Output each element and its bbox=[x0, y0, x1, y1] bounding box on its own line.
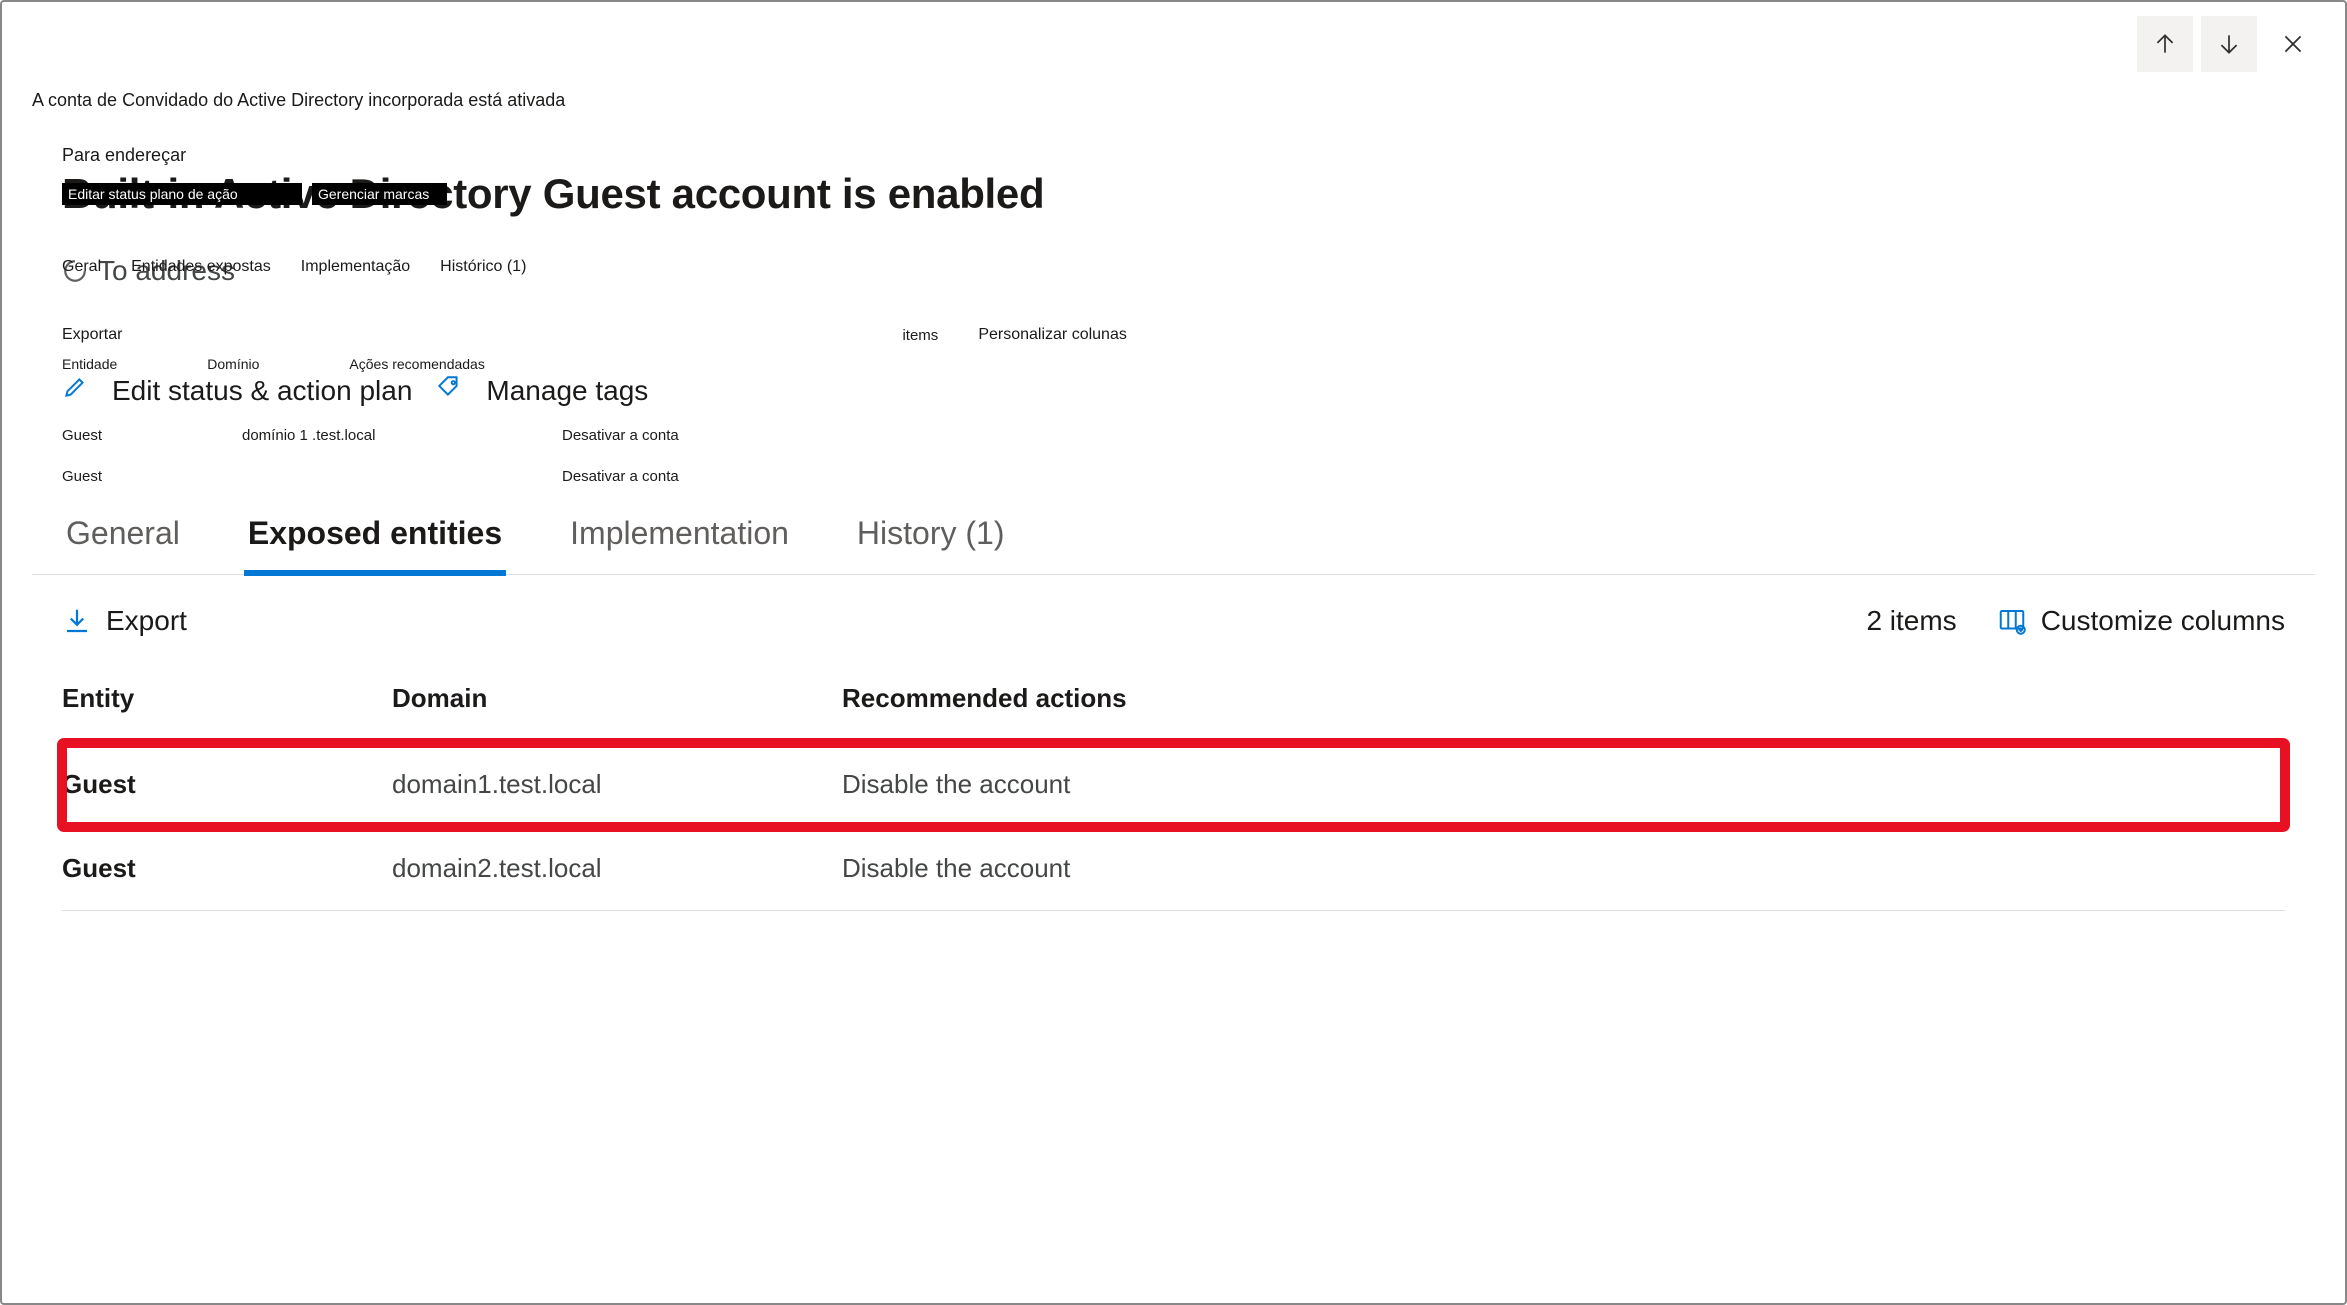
ghost-cell-domain bbox=[242, 468, 462, 485]
cell-entity: Guest bbox=[62, 853, 392, 884]
table-row[interactable]: Guest domain2.test.local Disable the acc… bbox=[62, 827, 2285, 911]
ghost-cell-action: Desativar a conta bbox=[562, 468, 782, 485]
localized-caption: A conta de Convidado do Active Directory… bbox=[32, 90, 2315, 111]
tag-icon bbox=[436, 374, 462, 407]
ghost-customize-label[interactable]: Personalizar colunas bbox=[978, 326, 1127, 344]
customize-columns-label: Customize columns bbox=[2041, 605, 2285, 637]
customize-columns-button[interactable]: Customize columns bbox=[1997, 605, 2285, 637]
ghost-title-row: Editar status plano de ação Gerenciar ma… bbox=[62, 170, 2315, 218]
ghost-header-actions: Ações recomendadas bbox=[349, 356, 484, 372]
ghost-cell-entity: Guest bbox=[62, 468, 142, 485]
ghost-cell-domain: domínio 1 .test.local bbox=[242, 427, 462, 444]
close-icon bbox=[2280, 31, 2306, 57]
columns-icon bbox=[1997, 606, 2027, 636]
main-tabs: General Exposed entities Implementation … bbox=[32, 505, 2315, 575]
ghost-cell-action: Desativar a conta bbox=[562, 427, 782, 444]
ghost-tab-history[interactable]: Histórico (1) bbox=[440, 258, 526, 276]
panel-root: A conta de Convidado do Active Directory… bbox=[0, 0, 2347, 1305]
ghost-pill-edit-status: Editar status plano de ação bbox=[62, 183, 302, 205]
ghost-export-row: Exportar items Personalizar colunas bbox=[62, 326, 2315, 344]
ghost-subtitle: Para endereçar bbox=[62, 145, 2315, 166]
header-recommended-actions[interactable]: Recommended actions bbox=[842, 683, 2285, 714]
ghost-table: Guest domínio 1 .test.local Desativar a … bbox=[62, 427, 2315, 485]
ghost-header-entity: Entidade bbox=[62, 356, 117, 372]
manage-tags-button[interactable]: Manage tags bbox=[486, 375, 648, 407]
ghost-header-domain: Domínio bbox=[207, 356, 259, 372]
ghost-mini-header: Entidade Domínio Ações recomendadas bbox=[62, 356, 485, 372]
tab-general[interactable]: General bbox=[62, 505, 184, 574]
ghost-tab-exposed[interactable]: Entidades expostas bbox=[131, 258, 271, 276]
ghost-tab-general[interactable]: Geral bbox=[62, 258, 101, 276]
ghost-overlay-region: Para endereçar Editar status plano de aç… bbox=[32, 145, 2315, 485]
toolbar: Export 2 items Customize columns bbox=[32, 575, 2315, 653]
arrow-up-icon bbox=[2152, 31, 2178, 57]
cell-domain: domain2.test.local bbox=[392, 853, 842, 884]
panel-header-actions bbox=[2137, 16, 2321, 72]
cell-recommended-action: Disable the account bbox=[842, 769, 2285, 800]
table-row[interactable]: Guest domain1.test.local Disable the acc… bbox=[62, 743, 2285, 827]
header-entity[interactable]: Entity bbox=[62, 683, 392, 714]
close-button[interactable] bbox=[2265, 16, 2321, 72]
ghost-export-label[interactable]: Exportar bbox=[62, 326, 122, 344]
ghost-table-row: Guest Desativar a conta bbox=[62, 468, 2315, 485]
header-domain[interactable]: Domain bbox=[392, 683, 842, 714]
ghost-items-label: items bbox=[902, 327, 938, 344]
ghost-tabs: Geral Entidades expostas Implementação H… bbox=[62, 258, 2315, 276]
cell-domain: domain1.test.local bbox=[392, 769, 842, 800]
tab-history[interactable]: History (1) bbox=[853, 505, 1009, 574]
ghost-cell-entity: Guest bbox=[62, 427, 142, 444]
cell-recommended-action: Disable the account bbox=[842, 853, 2285, 884]
ghost-table-row: Guest domínio 1 .test.local Desativar a … bbox=[62, 427, 2315, 444]
download-icon bbox=[62, 606, 92, 636]
ghost-pill-manage-tags: Gerenciar marcas bbox=[312, 183, 447, 205]
tab-exposed-entities[interactable]: Exposed entities bbox=[244, 505, 506, 574]
edit-status-action-plan-button[interactable]: Edit status & action plan bbox=[112, 375, 412, 407]
items-count: 2 items bbox=[1866, 605, 1956, 637]
edit-icon bbox=[62, 374, 88, 407]
nav-up-button[interactable] bbox=[2137, 16, 2193, 72]
nav-down-button[interactable] bbox=[2201, 16, 2257, 72]
exposed-entities-table: Entity Domain Recommended actions Guest … bbox=[32, 653, 2315, 911]
arrow-down-icon bbox=[2216, 31, 2242, 57]
tab-implementation[interactable]: Implementation bbox=[566, 505, 793, 574]
ghost-tab-implementation[interactable]: Implementação bbox=[301, 258, 410, 276]
table-header: Entity Domain Recommended actions bbox=[62, 663, 2285, 743]
ghost-action-row: Entidade Domínio Ações recomendadas Edit… bbox=[62, 374, 2315, 407]
export-label: Export bbox=[106, 605, 187, 637]
cell-entity: Guest bbox=[62, 769, 392, 800]
export-button[interactable]: Export bbox=[62, 605, 187, 637]
